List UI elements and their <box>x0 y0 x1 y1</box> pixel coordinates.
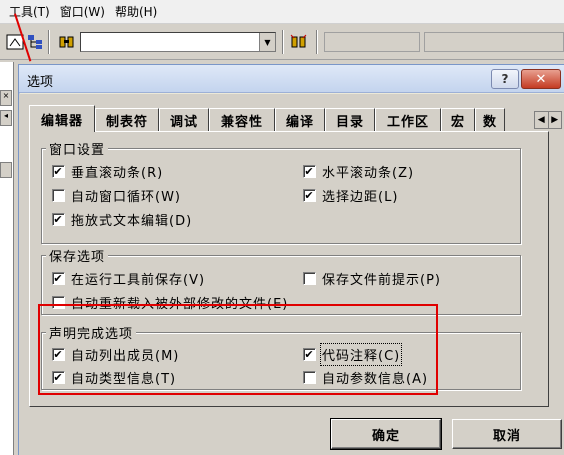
tab-workspace[interactable]: 工作区 <box>375 108 441 131</box>
find-combo[interactable]: ▼ <box>80 32 276 52</box>
toolbar: ▼ <box>0 24 564 60</box>
panel-tab-icon[interactable] <box>0 162 12 178</box>
tab-compatibility[interactable]: 兼容性 <box>209 108 275 131</box>
dialog-title: 选项 <box>27 75 54 90</box>
group-title-window: 窗口设置 <box>46 139 109 158</box>
menu-window[interactable]: 窗口(W) <box>55 3 110 20</box>
drag-drop-editing-checkbox[interactable]: ✔ 拖放式文本编辑(D) <box>52 210 192 229</box>
cancel-button[interactable]: 取消 <box>452 419 562 449</box>
binoculars-icon[interactable] <box>56 32 78 52</box>
tab-debug[interactable]: 调试 <box>159 108 209 131</box>
checkbox-box[interactable]: ✔ <box>52 272 65 285</box>
chevron-left-icon[interactable]: ◀ <box>535 112 548 128</box>
menu-tools[interactable]: 工具(T) <box>4 3 55 20</box>
tab-macros[interactable]: 宏 <box>441 108 475 131</box>
tab-strip: 编辑器 制表符 调试 兼容性 编译 目录 工作区 宏 数 ◀ ▶ <box>29 105 562 132</box>
auto-window-recycle-checkbox[interactable]: 自动窗口循环(W) <box>52 186 181 205</box>
tab-scroll-buttons[interactable]: ◀ ▶ <box>534 111 562 129</box>
tab-format[interactable]: 数 <box>475 108 505 131</box>
toolbar-separator <box>282 30 284 54</box>
wizard-member-combo <box>424 32 564 52</box>
help-button[interactable]: ? <box>491 69 519 89</box>
toolbar-separator <box>48 30 50 54</box>
prompt-before-save-checkbox[interactable]: 保存文件前提示(P) <box>303 269 441 288</box>
tab-directories[interactable]: 目录 <box>325 108 375 131</box>
dialog-body: 编辑器 制表符 调试 兼容性 编译 目录 工作区 宏 数 ◀ ▶ 窗口设置 ✔ … <box>19 94 564 455</box>
checkbox-box[interactable]: ✔ <box>303 165 316 178</box>
vertical-scrollbar-checkbox[interactable]: ✔ 垂直滚动条(R) <box>52 162 163 181</box>
workspace-panel: × ◂ <box>0 62 14 455</box>
ok-button[interactable]: 确定 <box>330 418 442 450</box>
tab-tabs[interactable]: 制表符 <box>95 108 159 131</box>
dialog-titlebar[interactable]: 选项 ? ✕ <box>19 65 564 93</box>
menu-help[interactable]: 帮助(H) <box>110 3 162 20</box>
checkbox-box[interactable] <box>52 189 65 202</box>
checkbox-box[interactable]: ✔ <box>52 165 65 178</box>
annotation-highlight-box <box>38 304 438 395</box>
selection-margin-checkbox[interactable]: ✔ 选择边距(L) <box>303 186 398 205</box>
group-title-save: 保存选项 <box>46 246 109 265</box>
tab-editor[interactable]: 编辑器 <box>29 105 95 132</box>
tab-build[interactable]: 编译 <box>275 108 325 131</box>
menu-bar: 工具(T) 窗口(W) 帮助(H) <box>0 0 564 24</box>
save-before-tools-checkbox[interactable]: ✔ 在运行工具前保存(V) <box>52 269 205 288</box>
checkbox-box[interactable]: ✔ <box>303 189 316 202</box>
horizontal-scrollbar-checkbox[interactable]: ✔ 水平滚动条(Z) <box>303 162 414 181</box>
chevron-down-icon[interactable]: ▼ <box>259 33 275 51</box>
close-button[interactable]: ✕ <box>521 69 561 89</box>
window-settings-group: 窗口设置 ✔ 垂直滚动条(R) ✔ 水平滚动条(Z) 自动窗口循环(W) ✔ 选… <box>41 139 521 244</box>
checkbox-box[interactable] <box>303 272 316 285</box>
panel-scroll-icon[interactable]: ◂ <box>0 110 12 126</box>
checkbox-box[interactable]: ✔ <box>52 213 65 226</box>
panel-close-icon[interactable]: × <box>0 90 12 106</box>
wizard-class-combo <box>324 32 420 52</box>
options-dialog: 选项 ? ✕ 编辑器 制表符 调试 兼容性 编译 目录 工作区 宏 数 ◀ ▶ … <box>18 64 564 455</box>
chevron-right-icon[interactable]: ▶ <box>547 112 562 128</box>
find-in-files-icon[interactable] <box>288 32 310 52</box>
toolbar-separator <box>316 30 318 54</box>
